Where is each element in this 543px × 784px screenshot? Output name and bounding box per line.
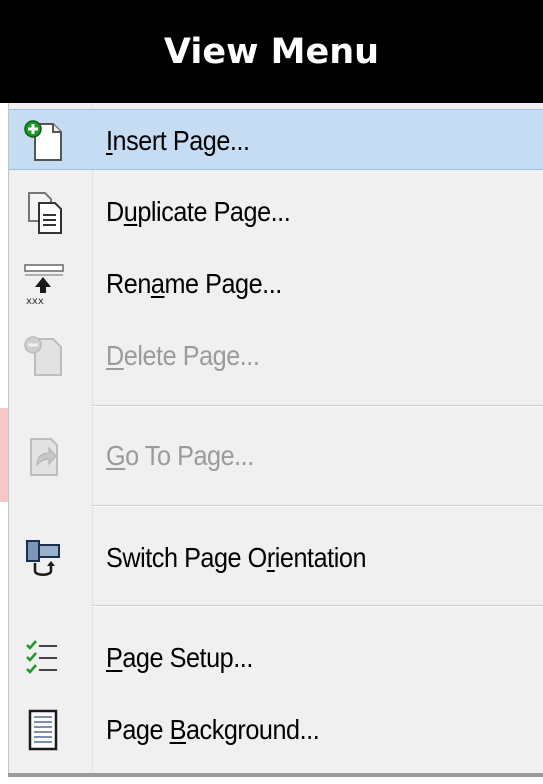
go-to-page-icon [30,438,58,476]
page-setup-icon [26,640,57,674]
menu-item-label: Insert Page... [106,125,250,156]
svg-text:xxx: xxx [26,296,44,307]
menu-item-switch-page-orientation[interactable]: Switch Page Orientation [9,527,543,588]
menu-item-label: Go To Page... [106,440,254,471]
menu-item-go-to-page[interactable]: Go To Page... [9,425,543,486]
duplicate-page-icon [28,192,62,234]
view-menu-title-bar: View Menu [0,0,543,103]
menu-separator [93,605,543,607]
page-context-menu: Insert Page... Duplicate Page... xxx Ren… [8,103,543,773]
menu-item-label: Page Setup... [106,642,253,673]
switch-orientation-icon [26,540,60,576]
menu-separator [93,505,543,507]
menu-item-duplicate-page[interactable]: Duplicate Page... [9,181,543,242]
rename-page-icon: xxx [24,264,64,307]
menu-item-label: Duplicate Page... [106,196,291,227]
background-window-fragment [0,408,8,502]
page-background-icon [28,709,58,751]
menu-item-label: Delete Page... [106,340,260,371]
menu-item-label: Rename Page... [106,268,282,299]
menu-shadow-edge [8,773,543,777]
delete-page-icon [24,336,62,376]
insert-page-icon [24,120,62,161]
menu-item-page-setup[interactable]: Page Setup... [9,627,543,688]
menu-separator [93,405,543,407]
menu-item-insert-page[interactable]: Insert Page... [9,109,543,170]
menu-item-page-background[interactable]: Page Background... [9,699,543,760]
menu-item-label: Switch Page Orientation [106,542,367,573]
menu-item-rename-page[interactable]: xxx Rename Page... [9,253,543,314]
view-menu-title: View Menu [163,31,380,72]
menu-item-label: Page Background... [106,714,320,745]
menu-item-delete-page[interactable]: Delete Page... [9,325,543,386]
